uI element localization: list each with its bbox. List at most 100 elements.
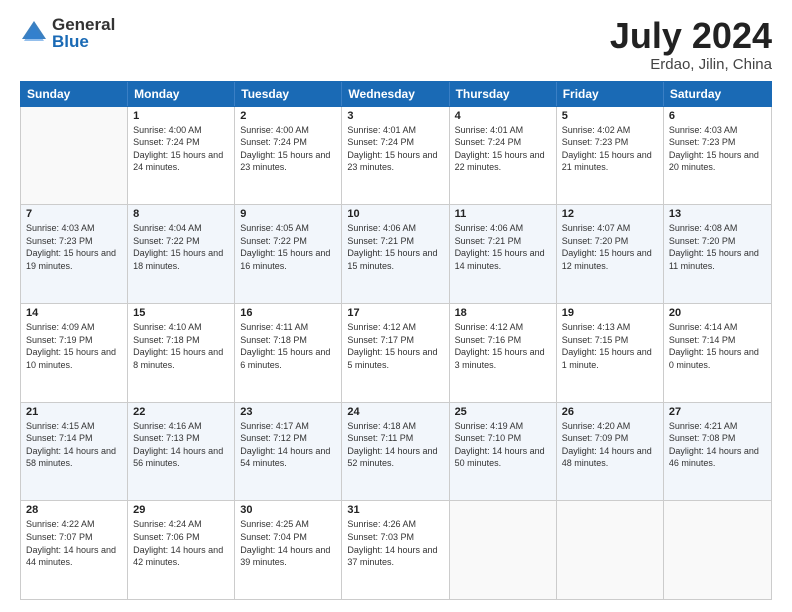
cell-info: Sunrise: 4:13 AMSunset: 7:15 PMDaylight:… (562, 321, 658, 371)
calendar-cell: 4 Sunrise: 4:01 AMSunset: 7:24 PMDaylight… (450, 107, 557, 205)
calendar: SundayMondayTuesdayWednesdayThursdayFrid… (20, 81, 772, 600)
day-number: 31 (347, 504, 443, 516)
day-number: 11 (455, 208, 551, 220)
day-number: 17 (347, 307, 443, 319)
calendar-cell: 20 Sunrise: 4:14 AMSunset: 7:14 PMDayligh… (664, 304, 771, 402)
calendar-cell: 15 Sunrise: 4:10 AMSunset: 7:18 PMDayligh… (128, 304, 235, 402)
day-number: 10 (347, 208, 443, 220)
cell-info: Sunrise: 4:02 AMSunset: 7:23 PMDaylight:… (562, 124, 658, 174)
header-day-thursday: Thursday (450, 82, 557, 106)
day-number: 1 (133, 110, 229, 122)
cell-info: Sunrise: 4:03 AMSunset: 7:23 PMDaylight:… (669, 124, 766, 174)
day-number: 15 (133, 307, 229, 319)
calendar-cell: 24 Sunrise: 4:18 AMSunset: 7:11 PMDayligh… (342, 403, 449, 501)
month-year-title: July 2024 (610, 16, 772, 56)
cell-info: Sunrise: 4:19 AMSunset: 7:10 PMDaylight:… (455, 420, 551, 470)
page: General Blue July 2024 Erdao, Jilin, Chi… (0, 0, 792, 612)
header-day-saturday: Saturday (664, 82, 771, 106)
calendar-cell: 5 Sunrise: 4:02 AMSunset: 7:23 PMDaylight… (557, 107, 664, 205)
day-number: 20 (669, 307, 766, 319)
cell-info: Sunrise: 4:18 AMSunset: 7:11 PMDaylight:… (347, 420, 443, 470)
cell-info: Sunrise: 4:12 AMSunset: 7:16 PMDaylight:… (455, 321, 551, 371)
header-day-sunday: Sunday (21, 82, 128, 106)
calendar-cell: 17 Sunrise: 4:12 AMSunset: 7:17 PMDayligh… (342, 304, 449, 402)
calendar-cell: 1Sunrise: 4:00 AMSunset: 7:24 PMDaylight… (128, 107, 235, 205)
title-block: July 2024 Erdao, Jilin, China (610, 16, 772, 73)
calendar-cell (21, 107, 128, 205)
calendar-row-4: 21Sunrise: 4:15 AMSunset: 7:14 PMDayligh… (21, 403, 771, 502)
calendar-cell: 31 Sunrise: 4:26 AMSunset: 7:03 PMDayligh… (342, 501, 449, 599)
cell-info: Sunrise: 4:25 AMSunset: 7:04 PMDaylight:… (240, 518, 336, 568)
calendar-cell: 26 Sunrise: 4:20 AMSunset: 7:09 PMDayligh… (557, 403, 664, 501)
calendar-row-5: 28 Sunrise: 4:22 AMSunset: 7:07 PMDayligh… (21, 501, 771, 599)
calendar-body: 1 Sunrise: 4:00 AMSunset: 7:24 PMDaylight… (20, 107, 772, 600)
cell-info: Sunrise: 4:22 AMSunset: 7:07 PMDaylight:… (26, 518, 122, 568)
header: General Blue July 2024 Erdao, Jilin, Chi… (20, 16, 772, 73)
cell-info: Sunrise: 4:08 AMSunset: 7:20 PMDaylight:… (669, 222, 766, 272)
cell-info: Sunrise: 4:17 AMSunset: 7:12 PMDaylight:… (240, 420, 336, 470)
day-number: 9 (240, 208, 336, 220)
cell-info: Sunrise: 4:04 AMSunset: 7:22 PMDaylight:… (133, 222, 229, 272)
cell-info: Sunrise: 4:26 AMSunset: 7:03 PMDaylight:… (347, 518, 443, 568)
cell-info: Sunrise: 4:00 AMSunset: 7:24 PMDaylight:… (240, 124, 336, 174)
day-number: 30 (240, 504, 336, 516)
calendar-cell (557, 501, 664, 599)
header-day-friday: Friday (557, 82, 664, 106)
day-number: 2 (240, 110, 336, 122)
calendar-cell: 30 Sunrise: 4:25 AMSunset: 7:04 PMDayligh… (235, 501, 342, 599)
location-text: Erdao, Jilin, China (610, 56, 772, 73)
logo-blue-text: Blue (52, 33, 115, 50)
calendar-row-2: 7Sunrise: 4:03 AMSunset: 7:23 PMDaylight… (21, 205, 771, 304)
day-number: 12 (562, 208, 658, 220)
calendar-cell: 28 Sunrise: 4:22 AMSunset: 7:07 PMDayligh… (21, 501, 128, 599)
calendar-cell: 8 Sunrise: 4:04 AMSunset: 7:22 PMDaylight… (128, 205, 235, 303)
cell-info: Sunrise: 4:12 AMSunset: 7:17 PMDaylight:… (347, 321, 443, 371)
day-number: 8 (133, 208, 229, 220)
cell-info: Sunrise: 4:11 AMSunset: 7:18 PMDaylight:… (240, 321, 336, 371)
cell-info: Sunrise: 4:01 AMSunset: 7:24 PMDaylight:… (455, 124, 551, 174)
logo-icon (20, 19, 48, 47)
calendar-cell (450, 501, 557, 599)
cell-info: Sunrise: 4:10 AMSunset: 7:18 PMDaylight:… (133, 321, 229, 371)
day-number: 23 (240, 406, 336, 418)
calendar-cell: 16 Sunrise: 4:11 AMSunset: 7:18 PMDayligh… (235, 304, 342, 402)
cell-info: Sunrise: 4:21 AMSunset: 7:08 PMDaylight:… (669, 420, 766, 470)
cell-info: Sunrise: 4:05 AMSunset: 7:22 PMDaylight:… (240, 222, 336, 272)
day-number: 26 (562, 406, 658, 418)
day-number: 16 (240, 307, 336, 319)
day-number: 24 (347, 406, 443, 418)
calendar-cell: 13 Sunrise: 4:08 AMSunset: 7:20 PMDayligh… (664, 205, 771, 303)
calendar-cell: 22 Sunrise: 4:16 AMSunset: 7:13 PMDayligh… (128, 403, 235, 501)
calendar-cell: 25Sunrise: 4:19 AMSunset: 7:10 PMDayligh… (450, 403, 557, 501)
cell-info: Sunrise: 4:16 AMSunset: 7:13 PMDaylight:… (133, 420, 229, 470)
calendar-cell: 27Sunrise: 4:21 AMSunset: 7:08 PMDayligh… (664, 403, 771, 501)
cell-info: Sunrise: 4:24 AMSunset: 7:06 PMDaylight:… (133, 518, 229, 568)
day-number: 22 (133, 406, 229, 418)
calendar-cell: 9 Sunrise: 4:05 AMSunset: 7:22 PMDaylight… (235, 205, 342, 303)
day-number: 4 (455, 110, 551, 122)
day-number: 28 (26, 504, 122, 516)
calendar-cell: 10Sunrise: 4:06 AMSunset: 7:21 PMDayligh… (342, 205, 449, 303)
calendar-row-1: 1 Sunrise: 4:00 AMSunset: 7:24 PMDaylight… (21, 107, 771, 206)
day-number: 29 (133, 504, 229, 516)
cell-info: Sunrise: 4:09 AMSunset: 7:19 PMDaylight:… (26, 321, 122, 371)
header-day-wednesday: Wednesday (342, 82, 449, 106)
day-number: 5 (562, 110, 658, 122)
calendar-header: SundayMondayTuesdayWednesdayThursdayFrid… (20, 81, 772, 107)
calendar-cell: 3Sunrise: 4:01 AMSunset: 7:24 PMDaylight… (342, 107, 449, 205)
calendar-cell: 2 Sunrise: 4:00 AMSunset: 7:24 PMDaylight… (235, 107, 342, 205)
day-number: 21 (26, 406, 122, 418)
day-number: 3 (347, 110, 443, 122)
day-number: 13 (669, 208, 766, 220)
cell-info: Sunrise: 4:06 AMSunset: 7:21 PMDaylight:… (455, 222, 551, 272)
calendar-cell: 23 Sunrise: 4:17 AMSunset: 7:12 PMDayligh… (235, 403, 342, 501)
calendar-cell: 6 Sunrise: 4:03 AMSunset: 7:23 PMDaylight… (664, 107, 771, 205)
calendar-cell: 12Sunrise: 4:07 AMSunset: 7:20 PMDayligh… (557, 205, 664, 303)
cell-info: Sunrise: 4:14 AMSunset: 7:14 PMDaylight:… (669, 321, 766, 371)
calendar-cell: 29 Sunrise: 4:24 AMSunset: 7:06 PMDayligh… (128, 501, 235, 599)
day-number: 7 (26, 208, 122, 220)
cell-info: Sunrise: 4:20 AMSunset: 7:09 PMDaylight:… (562, 420, 658, 470)
day-number: 14 (26, 307, 122, 319)
calendar-cell: 7Sunrise: 4:03 AMSunset: 7:23 PMDaylight… (21, 205, 128, 303)
day-number: 6 (669, 110, 766, 122)
